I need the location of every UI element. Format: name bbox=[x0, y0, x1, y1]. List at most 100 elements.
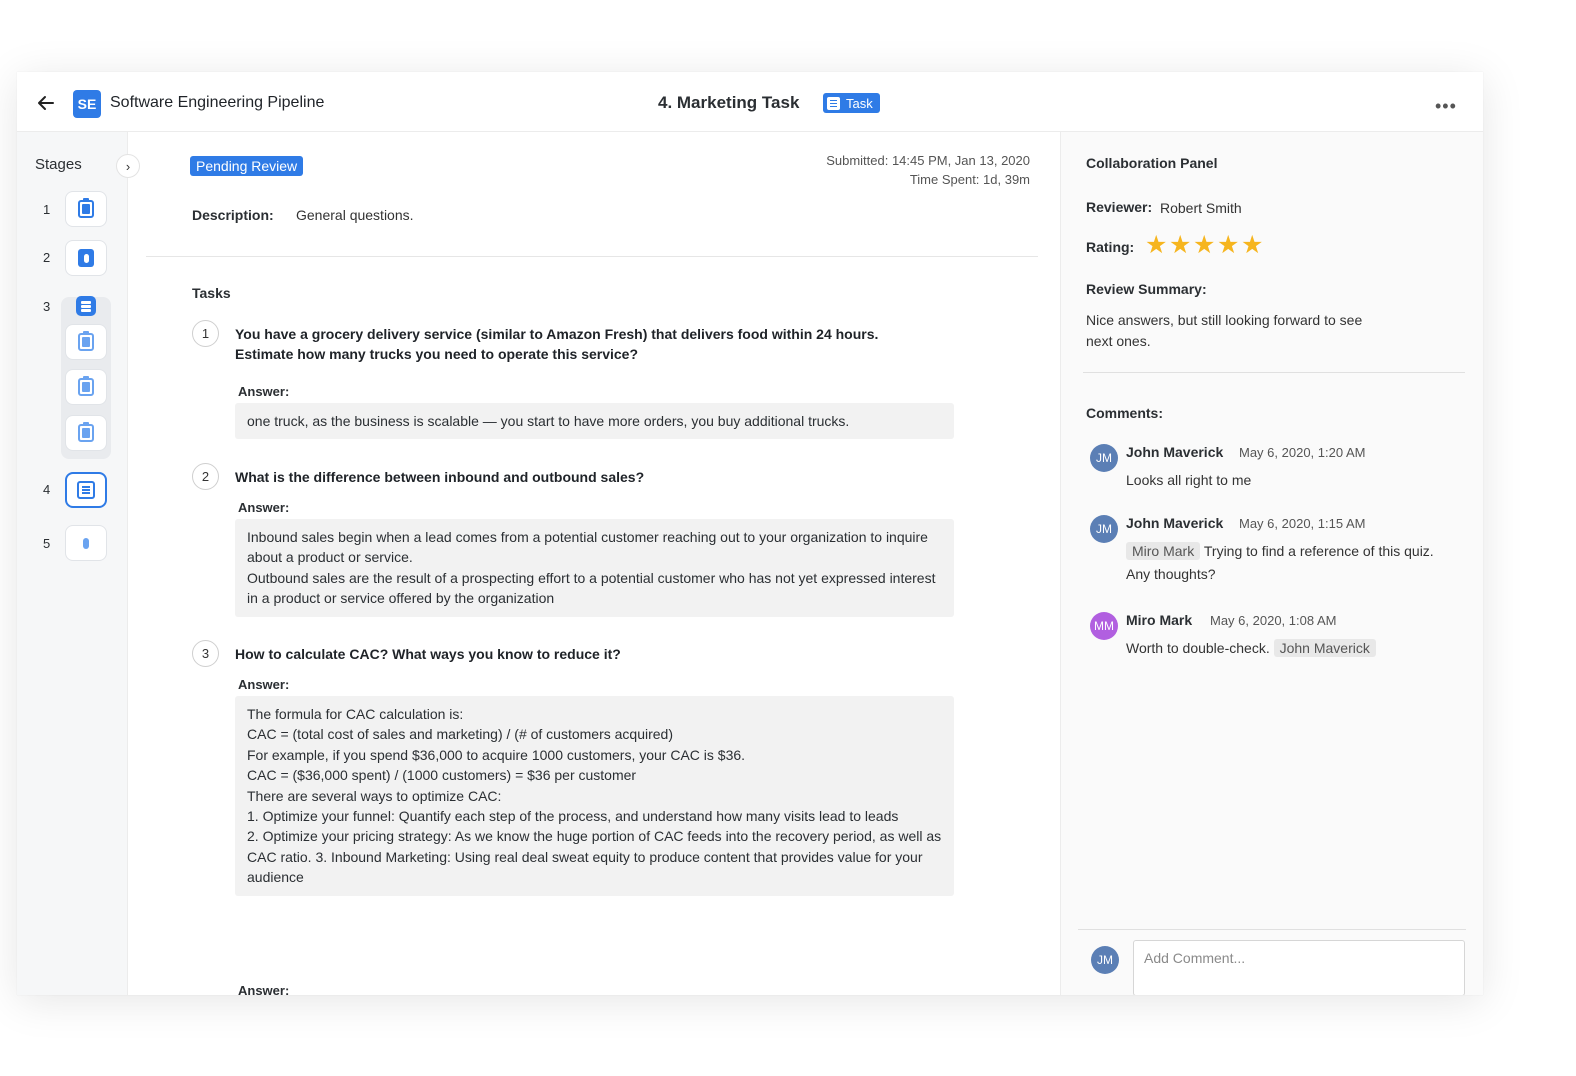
avatar: JM bbox=[1090, 515, 1118, 543]
comment-body: Miro Mark Trying to find a reference of … bbox=[1126, 540, 1456, 586]
reviewer-label: Reviewer: bbox=[1086, 199, 1153, 215]
comment-author[interactable]: John Maverick bbox=[1126, 515, 1223, 531]
review-summary-label: Review Summary: bbox=[1086, 281, 1207, 297]
comments-label: Comments: bbox=[1086, 405, 1164, 421]
back-arrow-icon[interactable] bbox=[37, 94, 55, 112]
status-badge: Pending Review bbox=[190, 156, 304, 176]
clipboard-icon bbox=[78, 376, 94, 396]
stage-number: 4 bbox=[43, 482, 51, 497]
task-content: Pending Review Submitted: 14:45 PM, Jan … bbox=[128, 132, 1060, 995]
project-title[interactable]: Software Engineering Pipeline bbox=[110, 94, 324, 112]
answer-line: Inbound sales begin when a lead comes fr… bbox=[247, 529, 932, 566]
submission-info: Submitted: 14:45 PM, Jan 13, 2020 Time S… bbox=[826, 151, 1030, 189]
answer-line: CAC = ($36,000 spent) / (1000 customers)… bbox=[247, 767, 637, 784]
stage-3-sub-1-button[interactable] bbox=[65, 324, 107, 360]
stage-3-button[interactable] bbox=[76, 296, 96, 316]
more-options-icon[interactable]: ••• bbox=[1435, 96, 1457, 117]
stage-number: 5 bbox=[43, 536, 51, 551]
clipboard-icon bbox=[78, 331, 94, 351]
microphone-icon bbox=[78, 249, 94, 267]
answer-line: Outbound sales are the result of a prosp… bbox=[247, 569, 940, 607]
stage-number: 3 bbox=[43, 299, 51, 314]
time-spent: Time Spent: 1d, 39m bbox=[909, 172, 1030, 187]
divider bbox=[1083, 372, 1465, 373]
document-icon bbox=[77, 481, 95, 499]
star-icon[interactable]: ★ bbox=[1217, 233, 1239, 258]
stage-number: 1 bbox=[43, 202, 51, 217]
star-icon[interactable]: ★ bbox=[1241, 233, 1263, 258]
task-badge-label: Task bbox=[846, 95, 873, 111]
answer-line: 1. Optimize your funnel: Quantify each s… bbox=[247, 808, 899, 825]
stage-2-button[interactable] bbox=[65, 240, 107, 276]
question-text: How to calculate CAC? What ways you know… bbox=[235, 646, 621, 662]
question-number: 2 bbox=[192, 463, 219, 490]
reviewer-name: Robert Smith bbox=[1160, 200, 1242, 216]
stages-sidebar: Stages 1 2 3 4 5 bbox=[17, 132, 128, 995]
answer-box: Inbound sales begin when a lead comes fr… bbox=[235, 519, 954, 617]
comment-time: May 6, 2020, 1:20 AM bbox=[1239, 445, 1366, 460]
clipboard-icon bbox=[78, 422, 94, 442]
avatar: MM bbox=[1090, 612, 1118, 640]
stage-5-button[interactable] bbox=[65, 525, 107, 561]
microphone-icon bbox=[78, 534, 94, 552]
description-value: General questions. bbox=[296, 207, 414, 223]
comment-time: May 6, 2020, 1:15 AM bbox=[1239, 516, 1366, 531]
project-logo: SE bbox=[73, 90, 101, 118]
answer-label: Answer: bbox=[238, 983, 290, 995]
description-label: Description: bbox=[192, 207, 274, 223]
comment-text: Worth to double-check. bbox=[1126, 640, 1270, 656]
tasks-heading: Tasks bbox=[192, 285, 231, 301]
question-number: 3 bbox=[192, 640, 219, 667]
user-mention[interactable]: John Maverick bbox=[1273, 639, 1376, 657]
rating-stars: ★ ★ ★ ★ ★ bbox=[1145, 233, 1263, 258]
comment-body: Worth to double-check. John Maverick bbox=[1126, 637, 1456, 660]
comment-time: May 6, 2020, 1:08 AM bbox=[1210, 613, 1337, 628]
comment-author[interactable]: John Maverick bbox=[1126, 444, 1223, 460]
answer-line: There are several ways to optimize CAC: bbox=[247, 787, 502, 804]
expand-stages-chevron-icon[interactable]: › bbox=[116, 154, 140, 178]
current-user-avatar: JM bbox=[1091, 946, 1119, 974]
star-icon[interactable]: ★ bbox=[1145, 233, 1167, 258]
stage-number: 2 bbox=[43, 250, 51, 265]
add-comment-input[interactable] bbox=[1133, 940, 1465, 995]
question-text: What is the difference between inbound a… bbox=[235, 469, 645, 485]
answer-line: For example, if you spend $36,000 to acq… bbox=[247, 746, 746, 763]
comment-body: Looks all right to me bbox=[1126, 469, 1456, 492]
answer-line: one truck, as the business is scalable —… bbox=[247, 413, 850, 429]
task-title: 4. Marketing Task bbox=[658, 93, 800, 112]
review-summary-text: Nice answers, but still looking forward … bbox=[1086, 312, 1363, 349]
answer-line: CAC = (total cost of sales and marketing… bbox=[247, 726, 674, 743]
collaboration-panel: Collaboration Panel Reviewer: Robert Smi… bbox=[1060, 132, 1483, 995]
star-icon[interactable]: ★ bbox=[1169, 233, 1191, 258]
answer-label: Answer: bbox=[238, 500, 290, 515]
task-list-icon bbox=[827, 96, 840, 110]
answer-label: Answer: bbox=[238, 384, 290, 399]
stage-1-button[interactable] bbox=[65, 191, 107, 227]
user-mention[interactable]: Miro Mark bbox=[1126, 542, 1201, 560]
divider bbox=[146, 256, 1038, 257]
divider bbox=[1078, 929, 1466, 930]
task-type-badge: Task bbox=[823, 93, 880, 113]
avatar: JM bbox=[1090, 444, 1118, 472]
app-window: SE Software Engineering Pipeline 4. Mark… bbox=[17, 72, 1483, 995]
comment-text: Looks all right to me bbox=[1126, 472, 1252, 488]
submitted-time: Submitted: 14:45 PM, Jan 13, 2020 bbox=[826, 153, 1030, 168]
answer-line: 2. Optimize your pricing strategy: As we… bbox=[247, 828, 946, 886]
answer-box: The formula for CAC calculation is: CAC … bbox=[235, 696, 954, 896]
stages-title: Stages bbox=[35, 156, 82, 173]
stage-3-sub-2-button[interactable] bbox=[65, 369, 107, 405]
stage-3-sub-3-button[interactable] bbox=[65, 415, 107, 451]
question-number: 1 bbox=[192, 320, 219, 347]
top-bar: SE Software Engineering Pipeline 4. Mark… bbox=[17, 72, 1483, 132]
star-icon[interactable]: ★ bbox=[1193, 233, 1215, 258]
answer-label: Answer: bbox=[238, 677, 290, 692]
answer-line: The formula for CAC calculation is: bbox=[247, 706, 464, 722]
answer-box: one truck, as the business is scalable —… bbox=[235, 403, 954, 440]
clipboard-icon bbox=[78, 198, 94, 218]
comment-author[interactable]: Miro Mark bbox=[1126, 612, 1192, 628]
layers-icon bbox=[76, 296, 96, 316]
stage-4-button[interactable] bbox=[65, 472, 107, 508]
collaboration-title: Collaboration Panel bbox=[1086, 155, 1218, 171]
rating-label: Rating: bbox=[1086, 239, 1135, 255]
question-text: You have a grocery delivery service (sim… bbox=[235, 326, 879, 362]
